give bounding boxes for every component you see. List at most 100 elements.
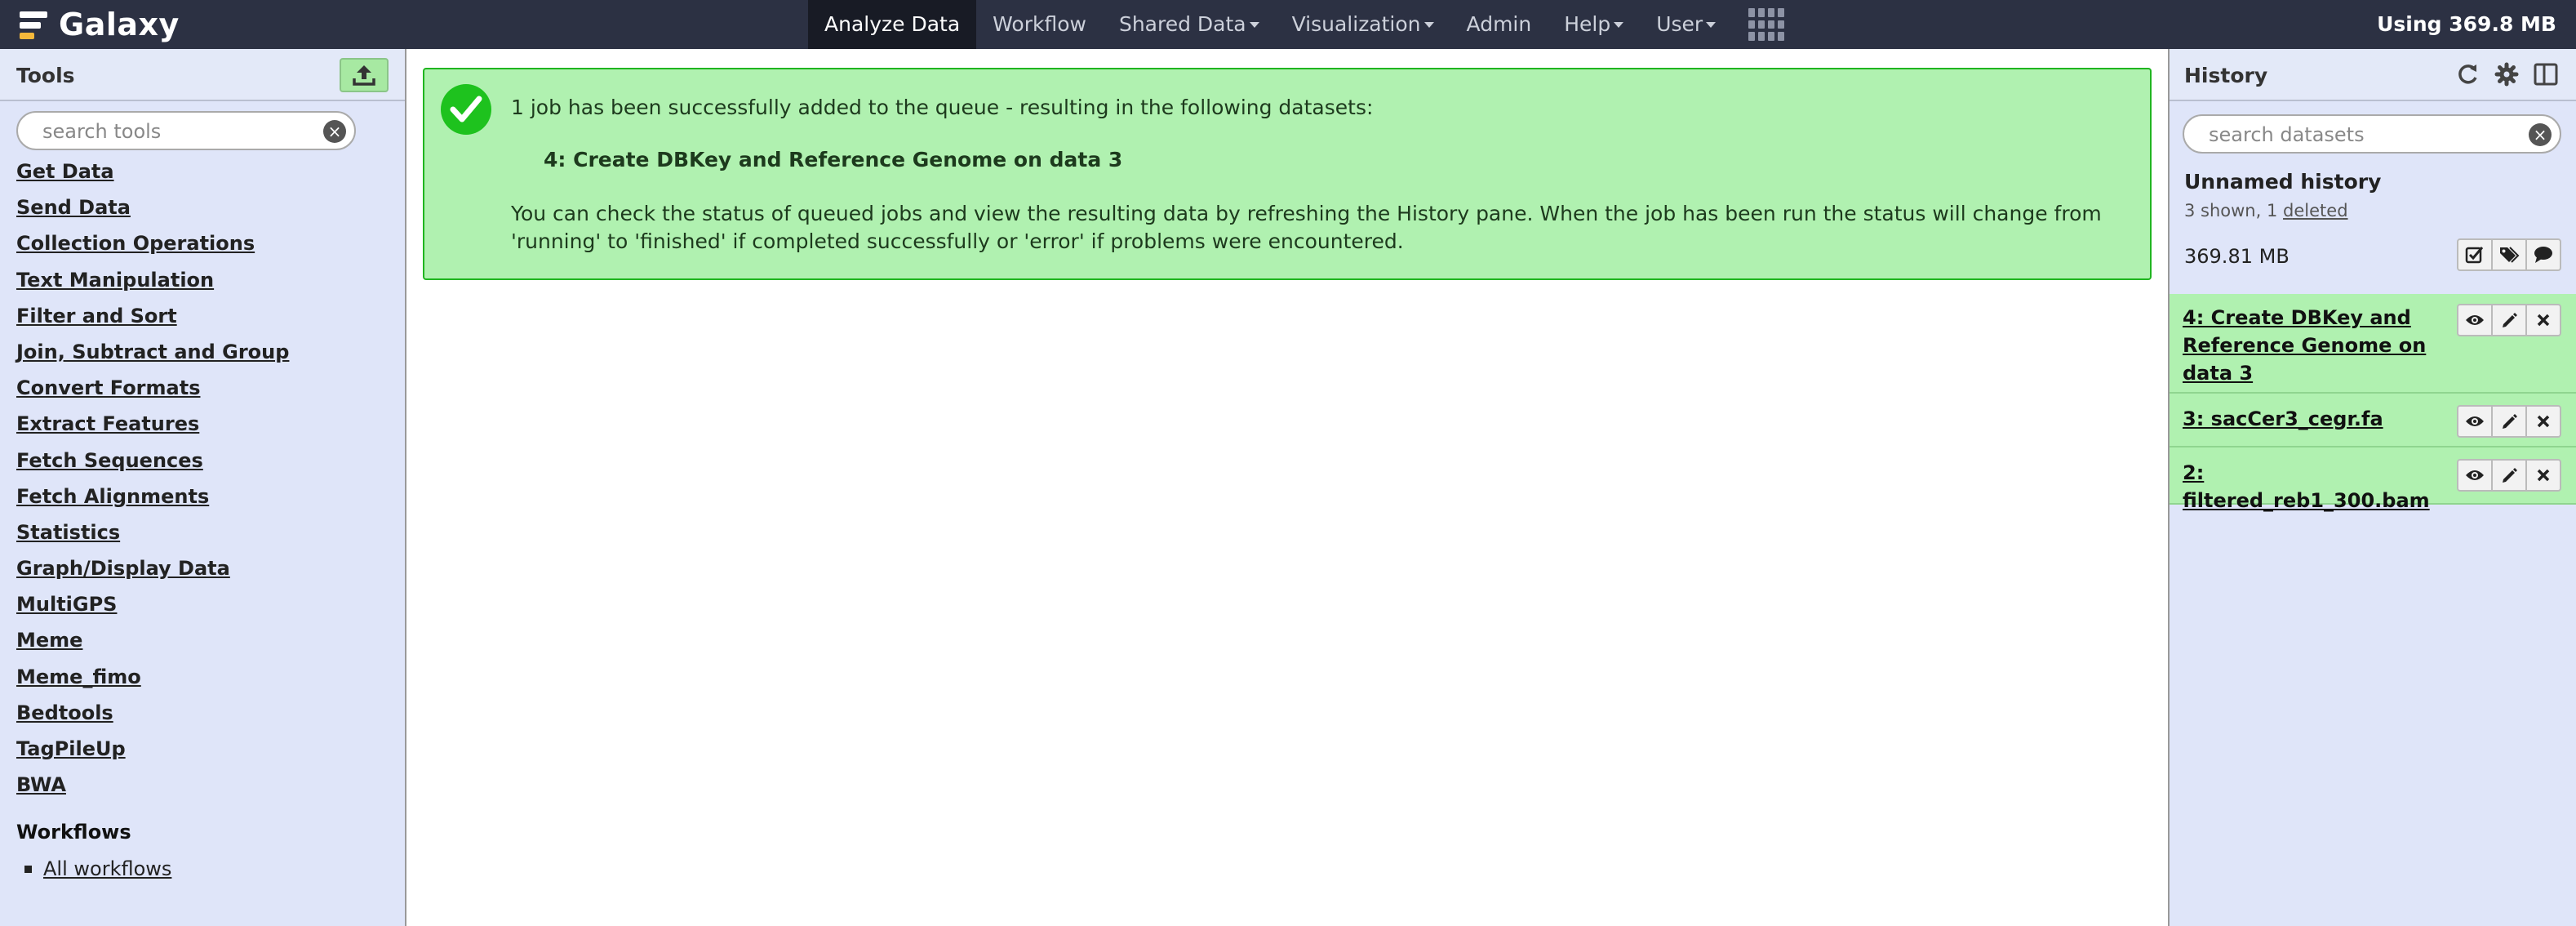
center-panel: 1 job has been successfully added to the… xyxy=(406,49,2168,926)
nav-label: User xyxy=(1656,12,1703,36)
dataset-buttons xyxy=(2457,459,2561,492)
workflows-list-item: All workflows xyxy=(24,857,171,880)
history-counts: 3 shown, 1 deleted xyxy=(2184,201,2348,220)
history-name[interactable]: Unnamed history xyxy=(2184,170,2381,194)
edit-button[interactable] xyxy=(2491,459,2527,492)
nav-help[interactable]: Help xyxy=(1548,0,1640,49)
display-button[interactable] xyxy=(2457,304,2493,336)
upload-icon xyxy=(353,65,375,86)
tool-section-convert-formats[interactable]: Convert Formats xyxy=(16,370,289,406)
nav-workflow[interactable]: Workflow xyxy=(976,0,1103,49)
tool-section-statistics[interactable]: Statistics xyxy=(16,514,289,550)
tool-search-input[interactable]: search tools × xyxy=(16,111,356,150)
pencil-icon xyxy=(2503,313,2517,327)
brand[interactable]: Galaxy xyxy=(18,7,180,42)
edit-button[interactable] xyxy=(2491,304,2527,336)
refresh-icon[interactable] xyxy=(2454,60,2481,88)
all-workflows-link[interactable]: All workflows xyxy=(43,857,171,880)
history-panel-title: History xyxy=(2184,64,2268,87)
nav-admin[interactable]: Admin xyxy=(1450,0,1548,49)
tool-section-fetch-alignments[interactable]: Fetch Alignments xyxy=(16,479,289,514)
message-summary: 1 job has been successfully added to the… xyxy=(511,96,1374,119)
history-search-input[interactable]: search datasets × xyxy=(2183,114,2561,154)
nav-apps[interactable] xyxy=(1732,0,1801,49)
tool-panel: Tools search tools × Get Data Send Data … xyxy=(0,49,406,926)
history-dataset-item[interactable]: 2: filtered_reb1_300.bam xyxy=(2170,447,2576,512)
tool-section-send-data[interactable]: Send Data xyxy=(16,189,289,225)
display-button[interactable] xyxy=(2457,459,2493,492)
tool-section-meme-fimo[interactable]: Meme_fimo xyxy=(16,659,289,695)
history-panel-header: History xyxy=(2170,49,2576,101)
delete-button[interactable] xyxy=(2525,304,2561,336)
dataset-buttons xyxy=(2457,304,2561,336)
dataset-title[interactable]: 4: Create DBKey and Reference Genome on … xyxy=(2183,304,2444,387)
tool-search-placeholder: search tools xyxy=(42,120,162,143)
comment-icon xyxy=(2534,247,2552,263)
tool-section-fetch-sequences[interactable]: Fetch Sequences xyxy=(16,443,289,479)
edit-button[interactable] xyxy=(2491,405,2527,438)
tool-section-tagpileup[interactable]: TagPileUp xyxy=(16,731,289,767)
nav-shared-data[interactable]: Shared Data xyxy=(1103,0,1276,49)
close-icon xyxy=(2537,415,2550,428)
edit-annotation-button[interactable] xyxy=(2525,238,2561,271)
deleted-link[interactable]: deleted xyxy=(2283,201,2348,220)
tool-section-text-manipulation[interactable]: Text Manipulation xyxy=(16,262,289,298)
caret-down-icon xyxy=(1706,21,1717,28)
tool-section-filter-and-sort[interactable]: Filter and Sort xyxy=(16,298,289,334)
tool-section-join-subtract-group[interactable]: Join, Subtract and Group xyxy=(16,334,289,370)
edit-tags-button[interactable] xyxy=(2491,238,2527,271)
nav-label: Visualization xyxy=(1291,12,1421,36)
dataset-title[interactable]: 3: sacCer3_cegr.fa xyxy=(2183,405,2444,433)
masthead: Galaxy Analyze Data Workflow Shared Data… xyxy=(0,0,2576,49)
select-items-button[interactable] xyxy=(2457,238,2493,271)
tool-section-bwa[interactable]: BWA xyxy=(16,767,289,803)
nav-label: Analyze Data xyxy=(824,12,961,36)
bullet-icon xyxy=(24,865,32,873)
clear-search-icon[interactable]: × xyxy=(2529,123,2552,146)
close-icon xyxy=(2537,469,2550,482)
message-dataset: 4: Create DBKey and Reference Genome on … xyxy=(544,148,1123,171)
nav-visualization[interactable]: Visualization xyxy=(1276,0,1450,49)
close-icon xyxy=(2537,314,2550,327)
shown-count: 3 shown, 1 xyxy=(2184,201,2278,220)
caret-down-icon xyxy=(1614,21,1624,28)
tool-section-extract-features[interactable]: Extract Features xyxy=(16,406,289,442)
history-dataset-item[interactable]: 3: sacCer3_cegr.fa xyxy=(2170,394,2576,447)
tool-section-bedtools[interactable]: Bedtools xyxy=(16,695,289,731)
delete-button[interactable] xyxy=(2525,459,2561,492)
gear-icon[interactable] xyxy=(2493,60,2520,88)
history-panel: History search datasets × Unnamed histor… xyxy=(2168,49,2576,926)
pencil-icon xyxy=(2503,468,2517,483)
caret-down-icon xyxy=(1249,21,1259,28)
tool-section-get-data[interactable]: Get Data xyxy=(16,154,289,189)
quota-meter[interactable]: Using 369.8 MB xyxy=(2377,0,2556,49)
main-nav: Analyze Data Workflow Shared Data Visual… xyxy=(808,0,1801,49)
nav-label: Admin xyxy=(1466,12,1532,36)
history-action-buttons xyxy=(2457,238,2561,271)
display-button[interactable] xyxy=(2457,405,2493,438)
dataset-buttons xyxy=(2457,405,2561,438)
history-dataset-item[interactable]: 4: Create DBKey and Reference Genome on … xyxy=(2170,294,2576,394)
nav-user[interactable]: User xyxy=(1640,0,1732,49)
check-circle-icon xyxy=(441,84,491,135)
nav-label: Workflow xyxy=(993,12,1086,36)
columns-icon[interactable] xyxy=(2532,60,2560,88)
history-header-icons xyxy=(2454,60,2560,88)
tags-icon xyxy=(2500,247,2520,263)
tool-section-graph-display-data[interactable]: Graph/Display Data xyxy=(16,550,289,586)
nav-analyze-data[interactable]: Analyze Data xyxy=(808,0,977,49)
nav-label: Help xyxy=(1564,12,1611,36)
dataset-title[interactable]: 2: filtered_reb1_300.bam xyxy=(2183,459,2444,514)
brand-name: Galaxy xyxy=(59,7,180,42)
tool-section-collection-operations[interactable]: Collection Operations xyxy=(16,225,289,261)
tool-panel-header: Tools xyxy=(0,49,405,101)
upload-button[interactable] xyxy=(340,58,389,92)
delete-button[interactable] xyxy=(2525,405,2561,438)
nav-label: Shared Data xyxy=(1118,12,1246,36)
clear-search-icon[interactable]: × xyxy=(323,120,346,143)
tool-section-meme[interactable]: Meme xyxy=(16,622,289,658)
grid-icon xyxy=(1748,8,1785,41)
workflows-heading: Workflows xyxy=(16,821,131,844)
message-body: You can check the status of queued jobs … xyxy=(511,202,2102,253)
tool-section-multigps[interactable]: MultiGPS xyxy=(16,586,289,622)
